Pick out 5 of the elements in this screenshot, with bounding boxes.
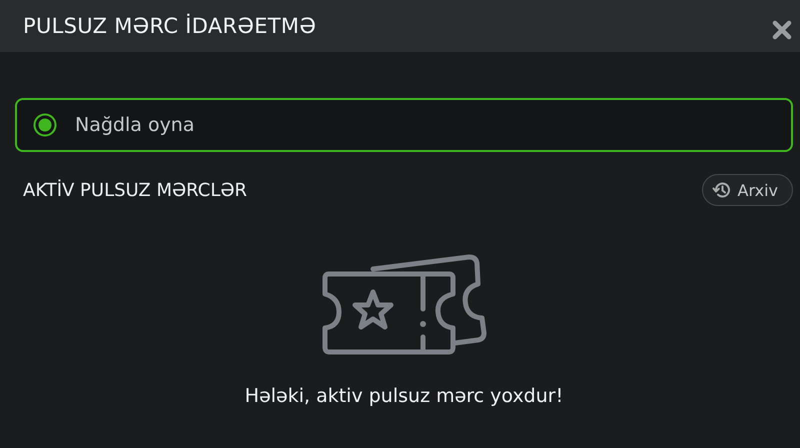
window-title: PULSUZ MƏRC İDARƏETMƏ	[23, 14, 316, 38]
archive-button[interactable]: Arxiv	[702, 174, 793, 206]
radio-option[interactable]: Nağdla oyna	[15, 98, 793, 152]
section-title: AKTİV PULSUZ MƏRCLƏR	[23, 180, 248, 200]
empty-message: Hələki, aktiv pulsuz mərc yoxdur!	[244, 385, 564, 407]
